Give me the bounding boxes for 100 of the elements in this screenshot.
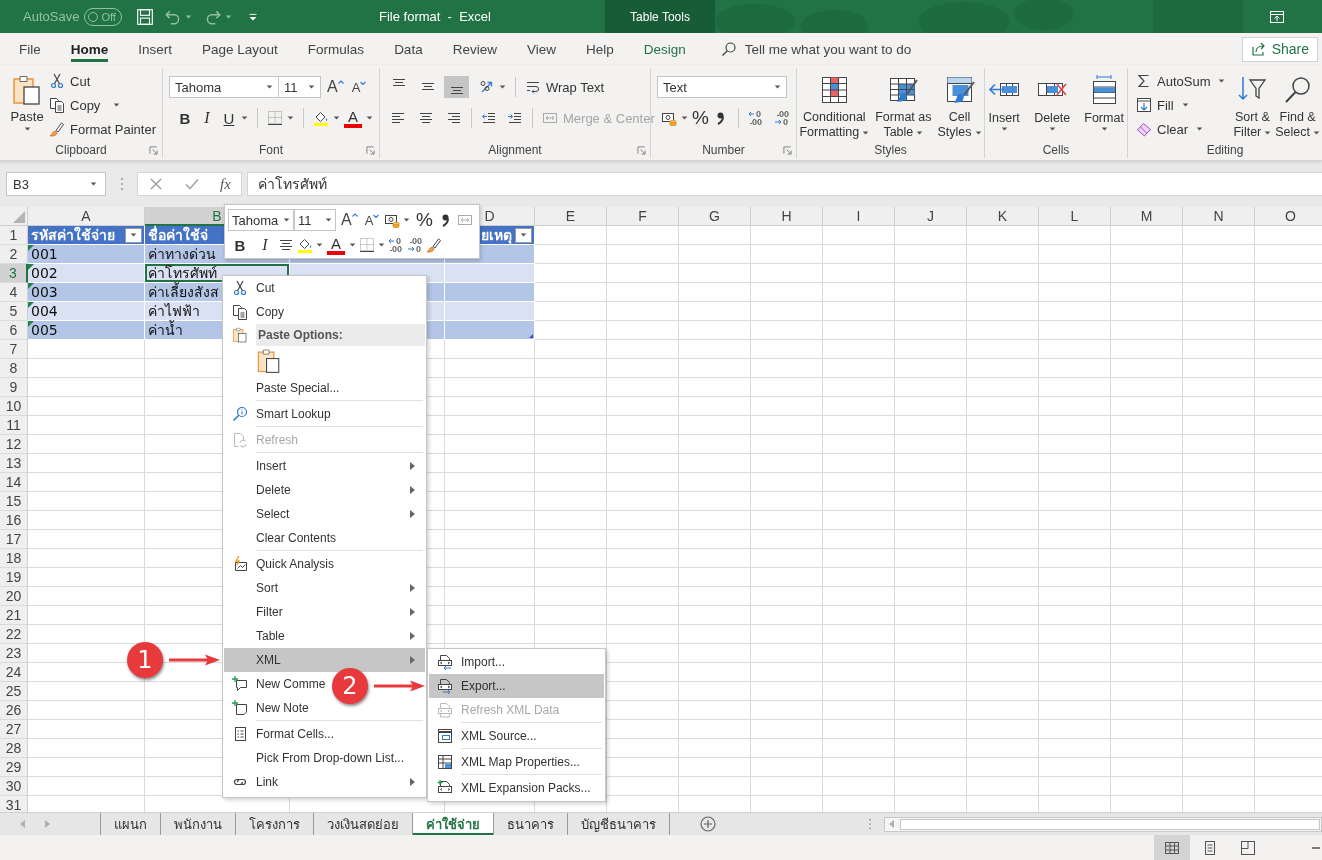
drag-handle-icon[interactable] [868,818,872,830]
decrease-decimal-icon[interactable] [407,237,423,253]
ribbon-tab[interactable]: View [511,33,571,65]
dialog-launcher-icon[interactable] [637,145,646,155]
menu-item[interactable]: Smart Lookup [224,402,337,426]
fill-bucket-icon[interactable] [313,110,329,126]
cut-button[interactable]: Cut [49,70,156,92]
clear-button[interactable]: Clear [1136,118,1226,140]
row-header[interactable]: 21 [0,606,28,625]
cell-styles-button[interactable]: Cell Styles [935,70,984,142]
shrink-font-button[interactable]: A [362,211,382,229]
menu-item[interactable]: Export... [429,674,604,698]
ribbon-tab[interactable]: Data [379,33,438,65]
filter-button[interactable] [515,227,532,243]
ribbon-tab[interactable]: Formulas [292,33,380,65]
column-header[interactable]: L [1039,207,1111,226]
menu-item[interactable]: New Note [224,696,315,720]
resize-handle-icon[interactable] [529,334,533,338]
column-header[interactable]: J [895,207,967,226]
accounting-icon[interactable] [661,110,677,126]
caret-icon[interactable] [241,116,248,120]
row-header[interactable]: 29 [0,758,28,777]
ribbon-display-icon[interactable] [1269,8,1285,25]
font-color-button[interactable]: A [326,234,346,256]
format-as-table-button[interactable]: Format as Table [873,70,934,142]
sort-filter-button[interactable]: Sort & Filter [1231,70,1274,142]
row-header[interactable]: 2 [0,245,28,264]
caret-icon[interactable] [287,116,294,120]
font-name-dropdown[interactable]: Tahoma [228,209,294,231]
align-center-icon[interactable] [418,110,434,126]
row-header[interactable]: 27 [0,720,28,739]
delete-cells-button[interactable]: Delete [1028,70,1077,142]
increase-decimal-icon[interactable] [388,237,404,253]
cancel-icon[interactable] [148,176,164,192]
sheet-tab[interactable]: ค่าใช้จ่าย [413,813,494,835]
font-color-button[interactable]: A [344,107,362,129]
menu-item[interactable]: Link [224,770,425,794]
underline-button[interactable]: U [221,107,237,129]
add-sheet-icon[interactable] [700,816,716,832]
row-header[interactable]: 18 [0,549,28,568]
caret-icon[interactable] [316,243,323,247]
column-header[interactable]: K [967,207,1039,226]
row-header[interactable]: 13 [0,454,28,473]
autosum-button[interactable]: AutoSum [1136,70,1211,92]
column-header[interactable]: H [751,207,823,226]
insert-function-button[interactable]: fx [220,175,231,193]
menu-item[interactable]: Clear Contents [224,526,343,550]
accounting-icon[interactable] [384,212,401,228]
caret-icon[interactable] [403,218,411,222]
increase-indent-icon[interactable] [507,110,523,126]
caret-icon[interactable] [378,243,385,247]
menu-item[interactable]: Filter [224,600,425,624]
shrink-font-button[interactable]: A [349,78,369,96]
filter-button[interactable] [125,227,142,243]
fill-bucket-icon[interactable] [297,237,313,253]
normal-view-button[interactable] [1154,835,1190,860]
orientation-icon[interactable] [479,79,495,95]
zoom-out-icon[interactable] [1312,845,1320,850]
grow-font-button[interactable]: A [325,78,346,96]
menu-item[interactable]: XML Source... [429,724,543,748]
row-header[interactable]: 17 [0,530,28,549]
ribbon-tab[interactable]: Review [437,33,512,65]
percent-button[interactable]: % [692,107,709,129]
menu-item[interactable]: Paste Special... [224,376,346,400]
tell-me-field[interactable]: Tell me what you want to do [744,41,960,57]
row-header[interactable]: 24 [0,663,28,682]
bold-button[interactable]: B [177,107,193,129]
menu-item[interactable]: Pick From Drop-down List... [224,746,411,770]
paintbrush-icon[interactable] [426,237,442,253]
decrease-decimal-icon[interactable] [774,110,790,126]
decrease-indent-icon[interactable] [481,110,497,126]
dialog-launcher-icon[interactable] [149,145,158,155]
paste-button[interactable]: Paste [10,70,44,142]
copy-button[interactable]: Copy [49,94,156,116]
row-header[interactable]: 19 [0,568,28,587]
menu-item[interactable]: Import... [429,650,511,674]
dialog-launcher-icon[interactable] [366,145,375,155]
row-header[interactable]: 25 [0,682,28,701]
font-size-dropdown[interactable]: 11 [278,76,321,98]
row-header[interactable]: 31 [0,796,28,812]
fill-button[interactable]: Fill [1136,94,1226,116]
horizontal-scrollbar[interactable] [884,816,1322,832]
ribbon-tab[interactable]: Help [570,33,629,65]
italic-button[interactable]: I [199,107,215,129]
merge-cells-icon[interactable] [457,212,474,228]
share-button[interactable]: Share [1241,36,1318,62]
column-header[interactable]: G [679,207,751,226]
wrap-text-button[interactable]: Wrap Text [525,76,605,98]
row-header[interactable]: 9 [0,378,28,397]
name-box[interactable]: B3 [6,172,106,196]
row-header[interactable]: 10 [0,397,28,416]
format-painter-button[interactable]: Format Painter [49,118,156,140]
dialog-launcher-icon[interactable] [783,145,792,155]
row-header[interactable]: 8 [0,359,28,378]
column-header[interactable]: A [28,207,145,226]
caret-icon[interactable] [681,116,688,120]
menu-item[interactable]: Delete [224,478,425,502]
increase-decimal-icon[interactable] [748,110,764,126]
align-right-icon[interactable] [446,110,462,126]
align-center-icon[interactable] [278,237,294,253]
